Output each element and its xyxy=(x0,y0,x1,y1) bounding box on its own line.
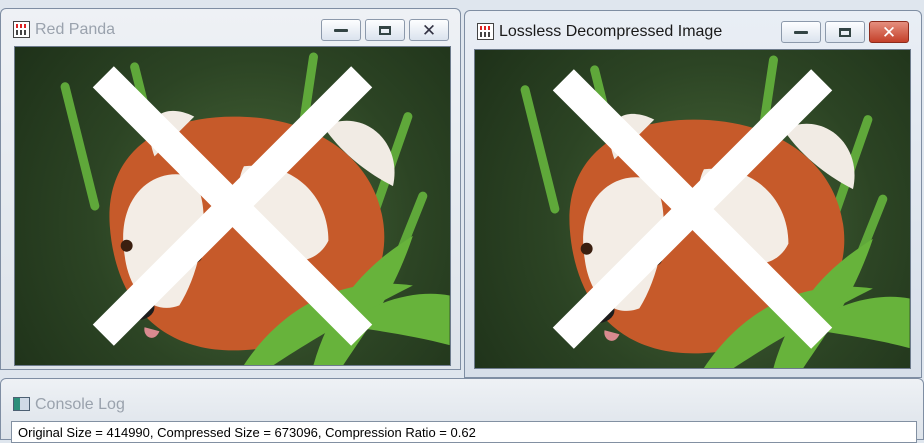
close-overlay-icon[interactable] xyxy=(15,47,450,365)
close-icon: ✕ xyxy=(881,22,897,42)
title-bar[interactable]: Lossless Decompressed Image ✕ xyxy=(465,11,921,47)
image-file-icon xyxy=(13,21,30,38)
close-button[interactable]: ✕ xyxy=(409,19,449,41)
maximize-icon xyxy=(839,27,851,37)
close-icon: ✕ xyxy=(421,20,437,40)
original-image xyxy=(14,46,451,366)
image-file-icon xyxy=(477,23,494,40)
minimize-button[interactable] xyxy=(321,19,361,41)
close-overlay-icon[interactable] xyxy=(475,50,910,368)
console-icon xyxy=(13,397,30,411)
red-panda-window[interactable]: Red Panda ✕ xyxy=(0,8,461,370)
minimize-icon xyxy=(334,28,348,32)
maximize-button[interactable] xyxy=(365,19,405,41)
minimize-icon xyxy=(794,30,808,34)
maximize-icon xyxy=(379,25,391,35)
window-title: Lossless Decompressed Image xyxy=(499,23,723,40)
window-title: Red Panda xyxy=(35,21,116,38)
close-button[interactable]: ✕ xyxy=(869,21,909,43)
decompressed-image-window[interactable]: Lossless Decompressed Image ✕ xyxy=(464,10,922,378)
decompressed-image xyxy=(474,49,911,369)
title-bar[interactable]: Red Panda ✕ xyxy=(1,9,460,45)
console-title: Console Log xyxy=(35,396,125,413)
maximize-button[interactable] xyxy=(825,21,865,43)
console-log-window[interactable]: Console Log Original Size = 414990, Comp… xyxy=(0,378,924,443)
minimize-button[interactable] xyxy=(781,21,821,43)
